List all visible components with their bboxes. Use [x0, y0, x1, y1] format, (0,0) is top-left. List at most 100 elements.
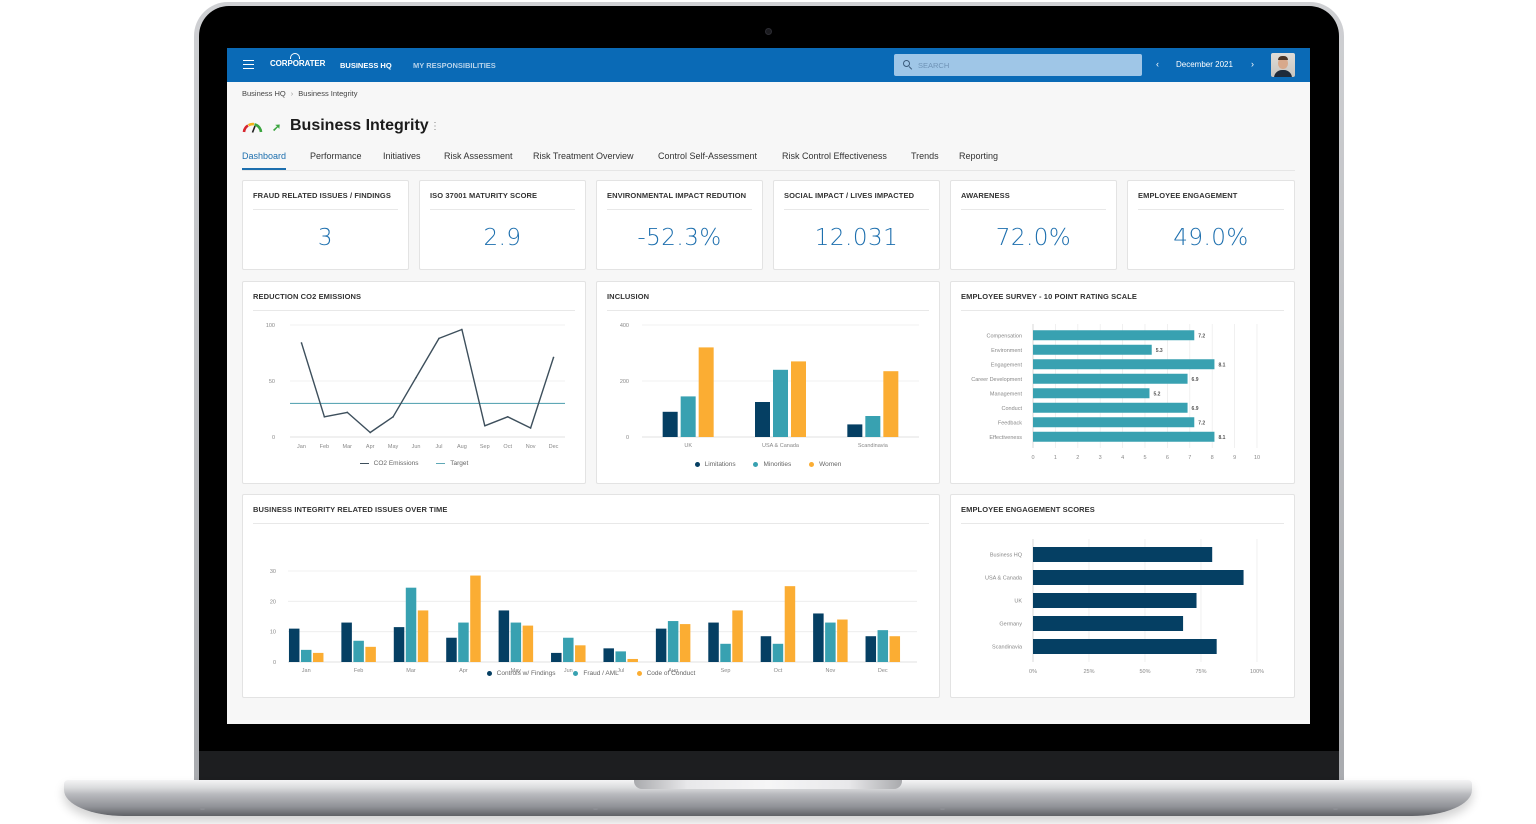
bar — [1033, 373, 1188, 384]
next-period-button[interactable]: › — [1251, 59, 1254, 69]
bar-fraud-aml — [510, 622, 522, 662]
breadcrumb-business-integrity[interactable]: Business Integrity — [298, 89, 357, 98]
chart-legend: Limitations Minorities Women — [597, 461, 939, 468]
bar-code-of-conduct — [417, 610, 429, 662]
trend-up-icon: ➚ — [272, 122, 282, 134]
legend-swatch — [753, 461, 759, 467]
app-logo[interactable]: CORPORATER — [270, 59, 325, 68]
nav-my-responsibilities[interactable]: MY RESPONSIBILITIES — [413, 61, 496, 70]
bar-fraud-aml — [825, 622, 836, 662]
y-tick-label: 200 — [620, 379, 629, 385]
bar-code-of-conduct — [889, 636, 901, 662]
legend-co2-emissions[interactable]: CO2 Emissions — [359, 460, 418, 467]
legend-label: Code of Conduct — [646, 670, 696, 677]
bar-women — [791, 361, 806, 437]
data-label: 7.2 — [1198, 420, 1205, 426]
x-tick-label: Oct — [503, 444, 512, 450]
breadcrumb: Business HQ › Business Integrity — [242, 89, 357, 98]
y-category-label: Effectiveness — [989, 435, 1022, 441]
y-tick-label: 100 — [266, 323, 275, 329]
user-avatar[interactable] — [1271, 53, 1295, 77]
bar — [1033, 431, 1215, 442]
bar-fraud-aml — [615, 651, 626, 662]
bar-fraud-aml — [563, 637, 574, 662]
legend-fraud-aml[interactable]: Fraud / AML — [573, 670, 619, 677]
legend-limitations[interactable]: Limitations — [694, 461, 736, 468]
legend-swatch — [809, 461, 815, 467]
previous-period-button[interactable]: ‹ — [1156, 59, 1159, 69]
kpi-card[interactable]: EMPLOYEE ENGAGEMENT 49.0% — [1127, 180, 1295, 270]
tab-initiatives[interactable]: Initiatives — [383, 151, 421, 170]
laptop-foot — [593, 807, 598, 810]
laptop-notch — [634, 780, 902, 789]
y-tick-label: 0 — [273, 660, 276, 666]
bar — [1033, 388, 1150, 399]
tab-reporting[interactable]: Reporting — [959, 151, 998, 170]
kpi-title: AWARENESS — [961, 191, 1010, 200]
gauge-icon — [242, 122, 263, 133]
divider — [1138, 209, 1284, 210]
kpi-title: ISO 37001 MATURITY SCORE — [430, 191, 538, 200]
search-input[interactable] — [918, 57, 1128, 73]
x-tick-label: Apr — [366, 444, 375, 450]
legend-code-of-conduct[interactable]: Code of Conduct — [636, 670, 696, 677]
tab-risk-control-effectiveness[interactable]: Risk Control Effectiveness — [782, 151, 887, 170]
bar-code-of-conduct — [470, 575, 481, 662]
bar-code-of-conduct — [837, 619, 848, 662]
legend-target[interactable]: Target — [436, 460, 468, 467]
laptop-foot — [940, 807, 945, 810]
search-icon — [903, 60, 910, 67]
kpi-card[interactable]: ENVIRONMENTAL IMPACT REDUTION -52.3% — [596, 180, 763, 270]
co2-data-point — [346, 411, 349, 414]
kpi-card[interactable]: ISO 37001 MATURITY SCORE 2.9 — [419, 180, 586, 270]
x-tick-label: 6 — [1166, 455, 1169, 461]
divider — [961, 523, 1284, 524]
x-tick-label: 50% — [1139, 669, 1150, 675]
period-label[interactable]: December 2021 — [1176, 60, 1233, 69]
x-tick-label: 10 — [1254, 455, 1260, 461]
bar-fraud-aml — [300, 649, 312, 662]
y-category-label: Career Development — [971, 377, 1022, 383]
hamburger-menu-icon[interactable] — [243, 60, 254, 69]
legend-swatch — [359, 462, 369, 464]
divider — [784, 209, 929, 210]
divider — [607, 209, 752, 210]
bar-controls-w-findings — [551, 652, 562, 662]
co2-line-chart: 0 50 100 Jan Feb Mar Apr May Jun Jul Aug Sep Oct Nov D… — [266, 323, 565, 450]
bar-fraud-aml — [405, 587, 417, 662]
y-tick-label: 30 — [270, 569, 276, 575]
divider — [961, 310, 1284, 311]
tab-performance[interactable]: Performance — [310, 151, 362, 170]
x-tick-label: 9 — [1233, 455, 1236, 461]
kpi-card[interactable]: AWARENESS 72.0% — [950, 180, 1117, 270]
tab-trends[interactable]: Trends — [911, 151, 939, 170]
chart-legend: CO2 Emissions Target — [243, 460, 585, 467]
laptop-mockup: CORPORATER BUSINESS HQ MY RESPONSIBILITI… — [0, 0, 1536, 824]
bar-fraud-aml — [772, 643, 784, 662]
bar — [1033, 547, 1213, 562]
legend-controls-with-findings[interactable]: Controls w/ Findings — [486, 670, 556, 677]
kpi-title: SOCIAL IMPACT / LIVES IMPACTED — [784, 191, 915, 200]
nav-business-hq[interactable]: BUSINESS HQ — [340, 61, 392, 70]
legend-women[interactable]: Women — [809, 461, 841, 468]
tab-dashboard[interactable]: Dashboard — [242, 151, 287, 170]
y-category-label: UK — [1014, 599, 1022, 605]
bar — [1033, 359, 1215, 370]
x-tick-label: Feb — [320, 444, 329, 450]
tab-risk-treatment-overview[interactable]: Risk Treatment Overview — [533, 151, 634, 170]
legend-label: Fraud / AML — [583, 670, 619, 677]
kpi-card[interactable]: FRAUD RELATED ISSUES / FINDINGS 3 — [242, 180, 409, 270]
x-tick-label: 0% — [1029, 669, 1037, 675]
more-options-icon[interactable]: ⋮ — [430, 121, 440, 132]
kpi-value: 49.0% — [1173, 225, 1249, 251]
legend-minorities[interactable]: Minorities — [753, 461, 791, 468]
x-tick-label: 5 — [1143, 455, 1146, 461]
search-box[interactable] — [894, 54, 1142, 76]
bar-controls-w-findings — [498, 610, 510, 662]
engagement-scores-card: EMPLOYEE ENGAGEMENT SCORES 0% 25% 50% 75% 10… — [950, 494, 1295, 698]
x-tick-label: 2 — [1076, 455, 1079, 461]
tab-control-self-assessment[interactable]: Control Self-Assessment — [658, 151, 757, 170]
kpi-card[interactable]: SOCIAL IMPACT / LIVES IMPACTED 12.031 — [773, 180, 940, 270]
tab-risk-assessment[interactable]: Risk Assessment — [444, 151, 513, 170]
breadcrumb-business-hq[interactable]: Business HQ — [242, 89, 286, 98]
